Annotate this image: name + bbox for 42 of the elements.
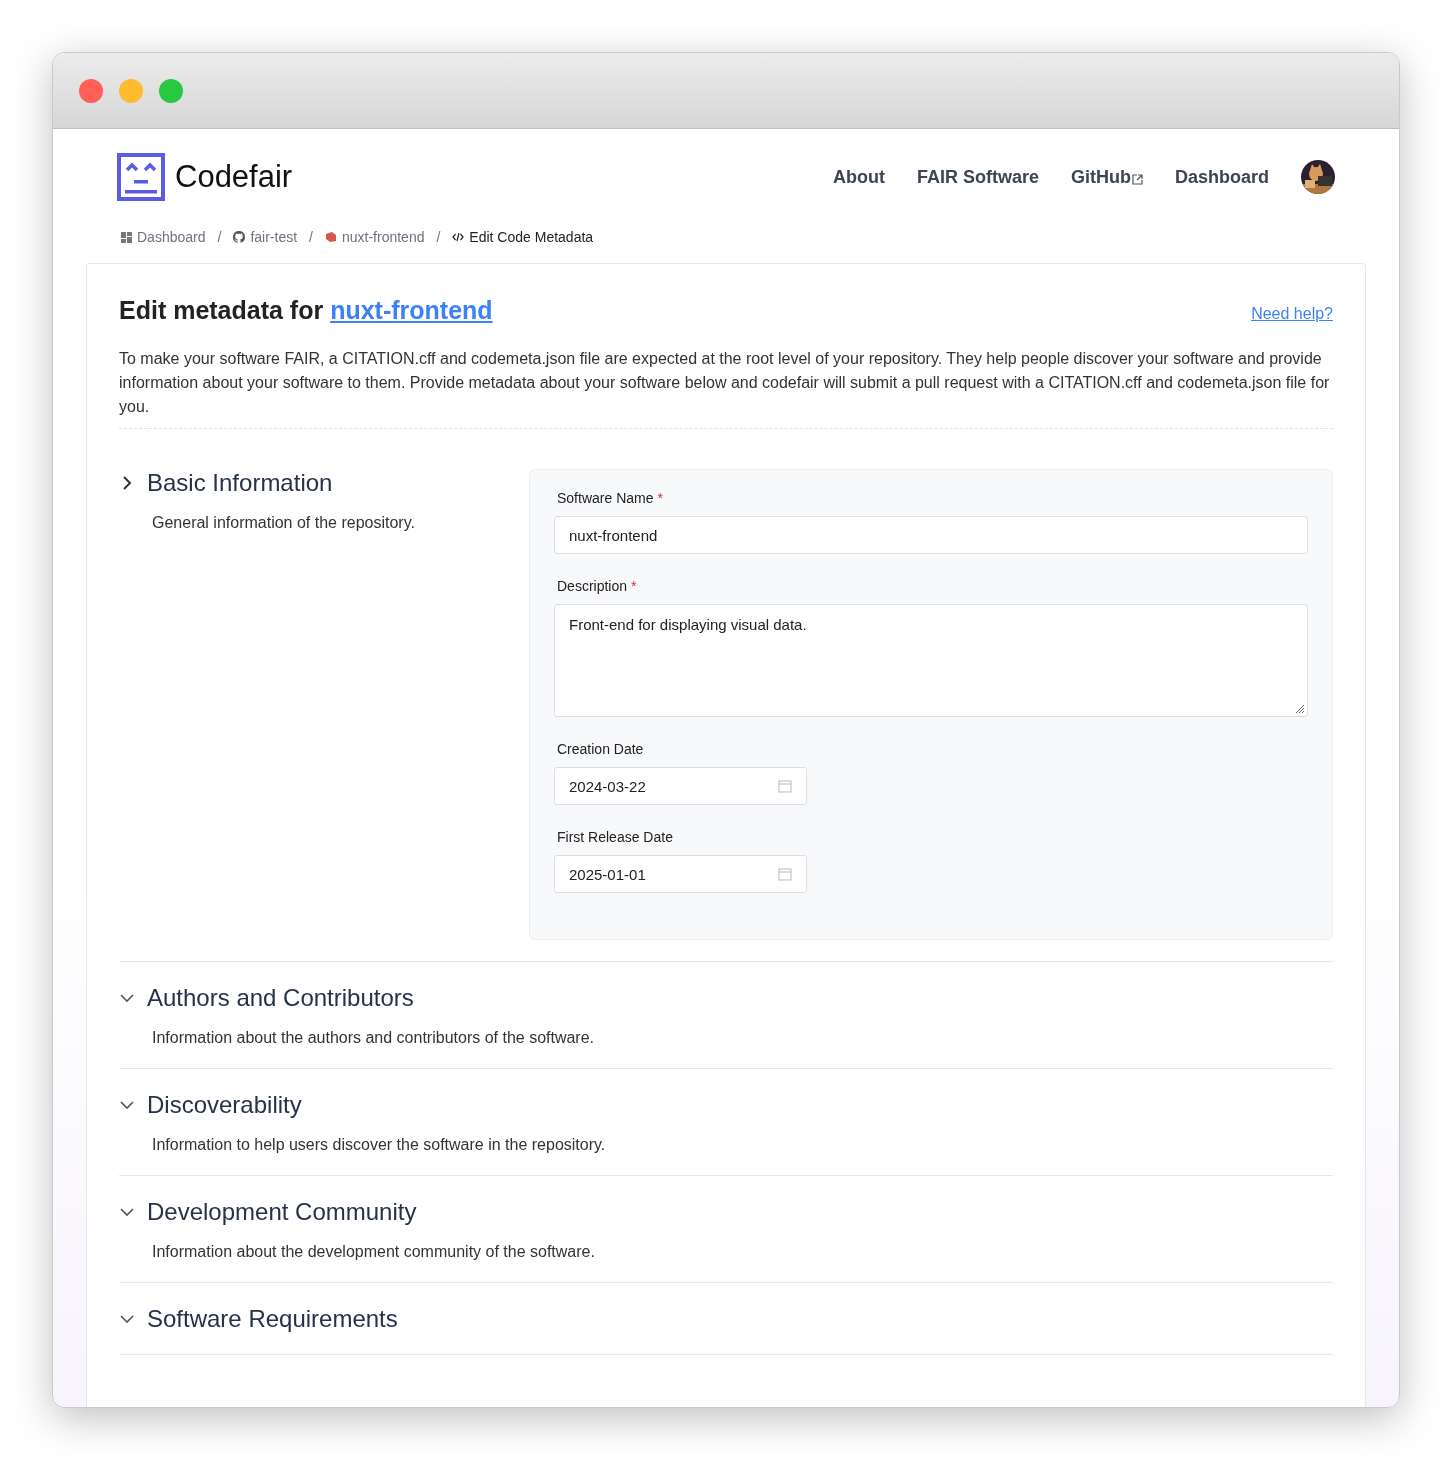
resize-handle-icon[interactable] [1293,702,1305,714]
section-title[interactable]: Software Requirements [147,1305,398,1333]
brand-name[interactable]: Codefair [175,159,293,195]
repo-icon [324,231,337,243]
breadcrumb-link[interactable]: nuxt-frontend [324,229,425,245]
intro-text: To make your software FAIR, a CITATION.cff and codemeta.json file are expected at the root level of your repository. They help people discover your software and provide information about your software to them. Provide metadata about your software below and codefair will submit a pull request with a CITATION.cff and codemeta.json file for you. [119,347,1333,429]
repo-link[interactable]: nuxt-frontend [330,296,493,324]
field-label: Software Name * [557,490,664,506]
section-description: Information about the development community of the software. [152,1243,596,1261]
breadcrumb-link[interactable]: fair-test [233,229,298,245]
breadcrumb-separator: / [217,229,222,245]
field-label: First Release Date [557,829,674,845]
input-field[interactable]: nuxt-frontend [554,516,1308,554]
breadcrumb-link[interactable]: Dashboard [121,229,206,245]
page-title: Edit metadata for nuxt-frontend [119,296,493,325]
field-label: Description * [557,578,638,594]
breadcrumb-link[interactable]: Edit Code Metadata [452,229,594,245]
date-field[interactable]: 2025-01-01 [554,855,807,893]
code-icon [452,231,465,243]
date-value: 2025-01-01 [569,865,646,883]
help-link[interactable]: Need help? [1251,305,1333,323]
nav-link[interactable]: About [832,166,885,188]
section-title[interactable]: Basic Information [147,469,333,497]
section-description: Information about the authors and contributors of the software. [152,1029,596,1047]
section-description: Information to help users discover the software in the repository. [152,1136,607,1154]
section-title[interactable]: Authors and Contributors [147,984,414,1012]
text-area[interactable]: Front-end for displaying visual data. [554,604,1308,717]
date-value: 2024-03-22 [569,777,646,795]
section-description: General information of the repository. [152,514,416,532]
external-link-icon [1131,173,1143,185]
grid-icon [121,231,132,243]
section-title[interactable]: Discoverability [147,1091,302,1119]
section-title[interactable]: Development Community [147,1198,417,1226]
logo-icon[interactable] [117,153,165,201]
date-field[interactable]: 2024-03-22 [554,767,807,805]
nav-link[interactable]: GitHub [1070,166,1143,188]
breadcrumb-separator: / [436,229,441,245]
nav-link[interactable]: Dashboard [1174,166,1269,188]
breadcrumb-separator: / [309,229,313,245]
nav-link[interactable]: FAIR Software [916,166,1039,188]
field-label: Creation Date [557,741,645,757]
github-icon [233,231,246,243]
